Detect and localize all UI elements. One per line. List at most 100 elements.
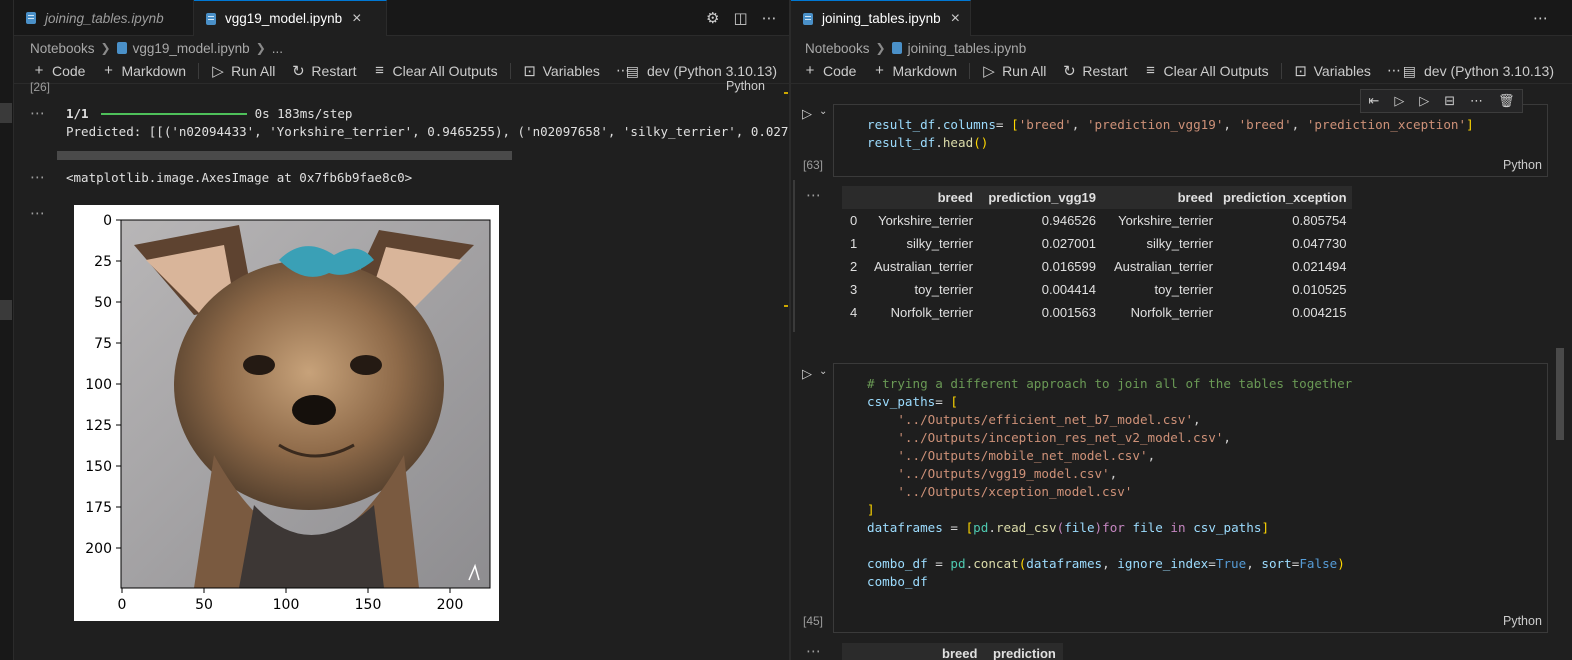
variables-icon: ⊡ bbox=[523, 62, 536, 80]
kernel-picker[interactable]: ▤ dev (Python 3.10.13) bbox=[1403, 58, 1554, 84]
path-string: '../Outputs/xception_model.csv' bbox=[897, 484, 1133, 499]
plus-icon: + bbox=[104, 62, 113, 79]
table-cell: Australian_terrier bbox=[874, 259, 973, 274]
y-tick-label: 50 bbox=[94, 295, 112, 311]
table-body: 0 Yorkshire_terrier 0.946526 Yorkshire_terr… bbox=[842, 209, 1352, 324]
table-cell: 0.027001 bbox=[1041, 236, 1096, 251]
horizontal-scrollbar[interactable] bbox=[57, 151, 512, 160]
table-cell: 0.004215 bbox=[1292, 305, 1347, 320]
table-cell: 0.016599 bbox=[1041, 259, 1096, 274]
column-header: prediction bbox=[993, 646, 1056, 660]
output-more-icon[interactable]: ⋯ bbox=[30, 204, 46, 222]
run-all-icon: ▷ bbox=[212, 62, 224, 80]
cell-language[interactable]: Python bbox=[1503, 158, 1542, 172]
restart-button[interactable]: ↻ Restart bbox=[283, 62, 364, 80]
column-header: breed bbox=[866, 186, 978, 209]
run-cell-icon[interactable]: ▷ bbox=[802, 106, 812, 122]
column-header: breed bbox=[1101, 186, 1218, 209]
breadcrumb-item[interactable]: vgg19_model.ipynb bbox=[133, 41, 250, 56]
output-more-icon[interactable]: ⋯ bbox=[806, 642, 822, 660]
table-cell: toy_terrier bbox=[1154, 282, 1213, 297]
x-tick-label: 50 bbox=[195, 597, 213, 613]
column-header: prediction_xception bbox=[1218, 186, 1352, 209]
table-row: 3 toy_terrier 0.004414 toy_terrier 0.010525 bbox=[842, 278, 1352, 301]
table-cell: 0.946526 bbox=[1041, 213, 1096, 228]
tab-label: joining_tables.ipynb bbox=[822, 11, 941, 26]
cell-language[interactable]: Python bbox=[726, 79, 765, 93]
tab-vgg19-model[interactable]: vgg19_model.ipynb × bbox=[194, 0, 387, 36]
table-row: 0 Yorkshire_terrier 0.946526 Yorkshire_terr… bbox=[842, 209, 1352, 232]
strip-marker bbox=[0, 300, 12, 320]
variables-button[interactable]: ⊡ Variables bbox=[1286, 62, 1379, 80]
add-code-button[interactable]: + Code bbox=[24, 62, 93, 79]
run-cell-icon[interactable]: ▷ bbox=[802, 366, 812, 382]
overview-ruler-mark bbox=[784, 305, 788, 307]
vertical-scrollbar[interactable] bbox=[1556, 348, 1564, 440]
progress-output: 1/1 0s 183ms/step bbox=[66, 106, 352, 121]
cell-toolbar: ⇤ ▷ ▷ ⊟ ⋯ 🗑 bbox=[1360, 89, 1523, 113]
close-icon[interactable]: × bbox=[352, 10, 361, 28]
table-cell: silky_terrier bbox=[1146, 236, 1213, 251]
run-all-button[interactable]: ▷ Run All bbox=[974, 62, 1054, 80]
cell-code[interactable]: # trying a different approach to join al… bbox=[867, 375, 1352, 591]
y-tick-label: 175 bbox=[85, 500, 112, 516]
restart-button[interactable]: ↻ Restart bbox=[1054, 62, 1135, 80]
settings-gear-icon[interactable]: ⚙ bbox=[706, 9, 719, 27]
notebook-icon bbox=[891, 42, 902, 54]
y-tick-label: 0 bbox=[103, 213, 112, 229]
cell-code[interactable]: result_df.columns= ['breed', 'prediction… bbox=[867, 116, 1474, 152]
run-cell-below-icon[interactable]: ▷ bbox=[1394, 93, 1404, 109]
right-tab-bar: joining_tables.ipynb × ⋯ bbox=[791, 0, 1572, 36]
table-header-row: breed prediction_vgg19 breed prediction_… bbox=[842, 186, 1352, 209]
next-table-header: breed prediction bbox=[842, 643, 1063, 660]
delete-icon[interactable]: 🗑 bbox=[1498, 93, 1515, 109]
split-cell-icon[interactable]: ⊟ bbox=[1444, 93, 1455, 109]
variables-button[interactable]: ⊡ Variables bbox=[515, 62, 608, 80]
output-gutter bbox=[793, 180, 795, 332]
clear-all-icon: ≡ bbox=[1146, 62, 1155, 79]
more-actions-icon[interactable]: ⋯ bbox=[762, 9, 777, 27]
editor-actions: ⚙ ◫ ⋯ bbox=[706, 0, 777, 36]
activity-strip bbox=[0, 0, 14, 660]
table-cell: 0.010525 bbox=[1292, 282, 1347, 297]
progress-timing: 0s 183ms/step bbox=[254, 106, 353, 121]
chevron-down-icon[interactable]: ⌄ bbox=[819, 106, 827, 117]
more-actions-icon[interactable]: ⋯ bbox=[1533, 9, 1548, 27]
chevron-down-icon[interactable]: ⌄ bbox=[819, 366, 827, 377]
clear-outputs-button[interactable]: ≡ Clear All Outputs bbox=[1136, 62, 1277, 79]
kernel-icon: ▤ bbox=[625, 62, 640, 79]
add-code-button[interactable]: + Code bbox=[795, 62, 864, 79]
add-markdown-button[interactable]: + Markdown bbox=[93, 62, 194, 79]
execute-below-icon[interactable]: ▷ bbox=[1419, 93, 1429, 109]
cell-language[interactable]: Python bbox=[1503, 614, 1542, 628]
plus-icon: + bbox=[875, 62, 884, 79]
tab-joining-tables[interactable]: joining_tables.ipynb × bbox=[791, 0, 971, 36]
breadcrumb-item[interactable]: Notebooks bbox=[30, 41, 95, 56]
breadcrumb-item[interactable]: Notebooks bbox=[805, 41, 870, 56]
breadcrumb-item[interactable]: ... bbox=[272, 41, 283, 56]
close-icon[interactable]: × bbox=[951, 10, 960, 28]
clear-outputs-button[interactable]: ≡ Clear All Outputs bbox=[365, 62, 506, 79]
run-all-icon: ▷ bbox=[983, 62, 995, 80]
restart-icon: ↻ bbox=[292, 62, 305, 80]
output-more-icon[interactable]: ⋯ bbox=[806, 186, 822, 204]
add-markdown-button[interactable]: + Markdown bbox=[864, 62, 965, 79]
table-cell: Norfolk_terrier bbox=[890, 305, 973, 320]
table-cell: 0.021494 bbox=[1292, 259, 1347, 274]
x-tick-label: 0 bbox=[118, 597, 127, 613]
more-icon[interactable]: ⋯ bbox=[1470, 93, 1483, 109]
run-all-button[interactable]: ▷ Run All bbox=[203, 62, 283, 80]
x-tick-label: 200 bbox=[437, 597, 464, 613]
notebook-toolbar: + Code + Markdown ▷ Run All ↻ Restart ≡ Clear… bbox=[14, 58, 789, 84]
tab-joining-tables[interactable]: joining_tables.ipynb bbox=[14, 0, 194, 36]
notebook-icon bbox=[26, 12, 36, 24]
kernel-label: dev (Python 3.10.13) bbox=[1424, 63, 1554, 79]
run-above-icon[interactable]: ⇤ bbox=[1368, 93, 1379, 109]
dog-image-plot: 0 25 50 75 100 125 150 175 200 0 50 100 150 200 bbox=[85, 213, 491, 613]
plus-icon: + bbox=[805, 62, 815, 79]
output-more-icon[interactable]: ⋯ bbox=[30, 104, 46, 122]
code-comment: # trying a different approach to join al… bbox=[867, 376, 1353, 391]
output-more-icon[interactable]: ⋯ bbox=[30, 168, 46, 186]
breadcrumb-item[interactable]: joining_tables.ipynb bbox=[908, 41, 1027, 56]
split-editor-icon[interactable]: ◫ bbox=[733, 9, 747, 27]
